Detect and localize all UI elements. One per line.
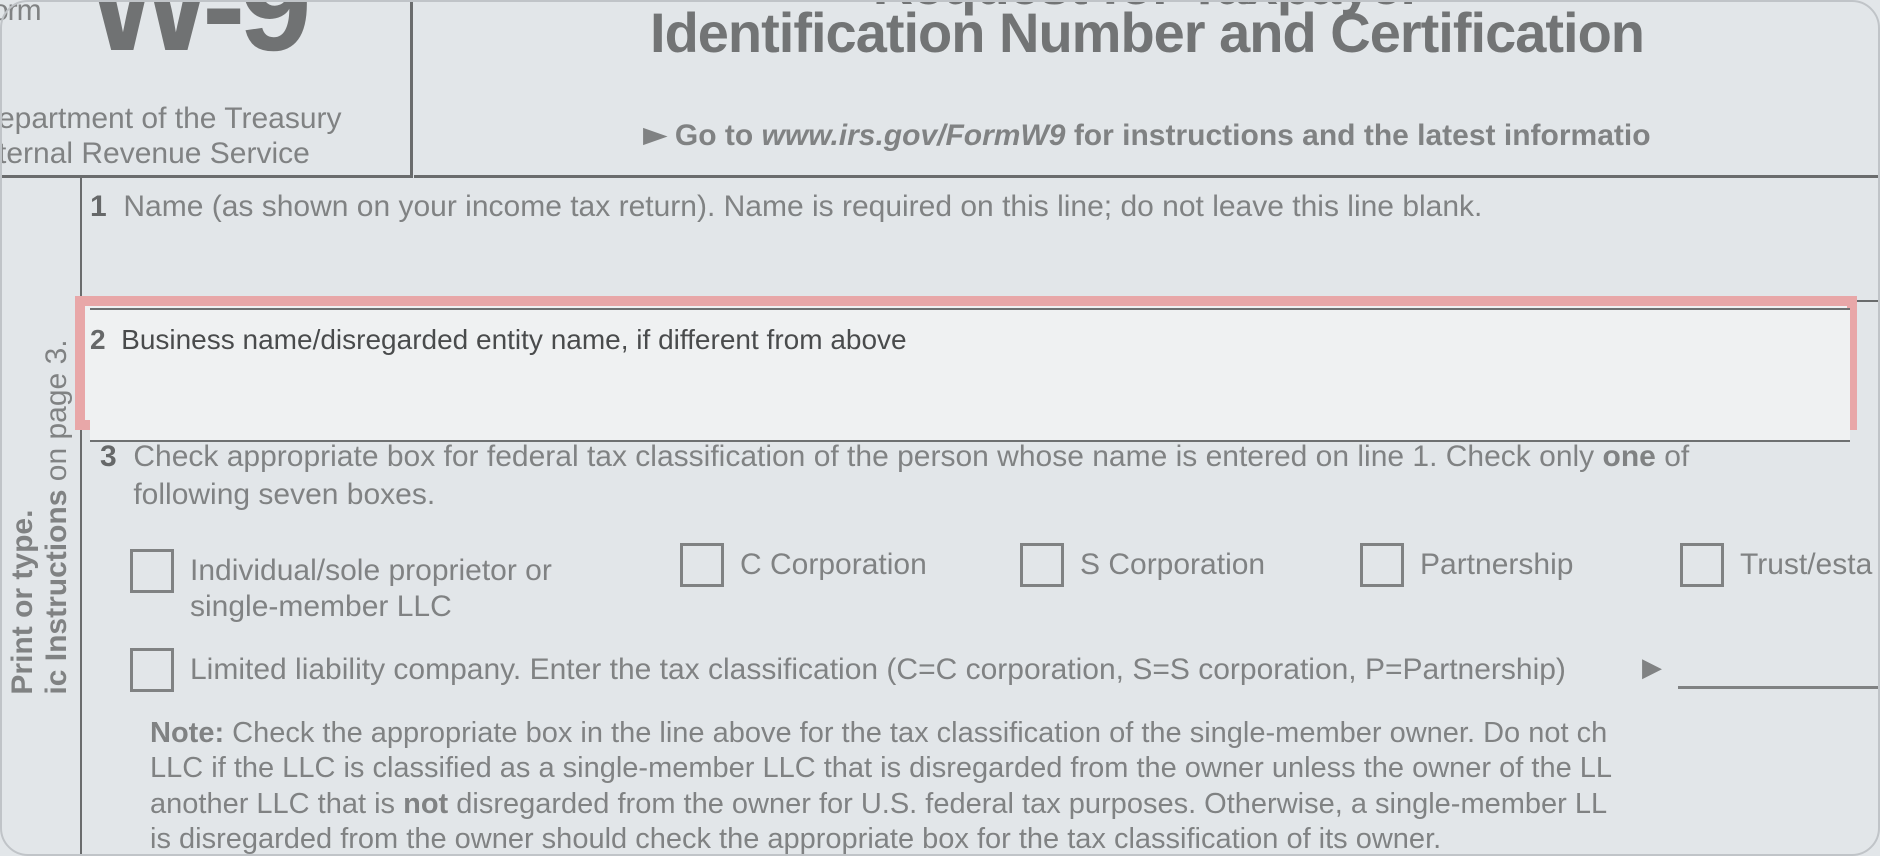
title-line2: Identification Number and Certification	[414, 0, 1880, 65]
note-c-b: disregarded from the owner for U.S. fede…	[448, 788, 1607, 820]
goto-post: for instructions and the latest informat…	[1065, 119, 1650, 152]
line3-one: one	[1603, 440, 1656, 473]
w9-form-page: orm W-9 epartment of the Treasury ternal…	[0, 0, 1880, 856]
note-c-not: not	[403, 788, 448, 820]
form-number-w9: W-9	[88, 0, 306, 80]
checkbox-scorp[interactable]	[1020, 543, 1064, 587]
note-label: Note:	[150, 717, 224, 749]
arrow-right-icon-2: ▶	[1642, 652, 1662, 683]
goto-pre: Go to	[675, 119, 762, 152]
line2-text: Business name/disregarded entity name, i…	[121, 324, 906, 355]
header-left-cell: orm W-9 epartment of the Treasury ternal…	[0, 0, 413, 178]
checkbox-trust[interactable]	[1680, 543, 1724, 587]
dept-treasury: epartment of the Treasury	[0, 102, 342, 137]
checkbox-llc[interactable]	[130, 648, 174, 692]
llc-note: Note: Check the appropriate box in the l…	[90, 716, 1880, 856]
line3-head-a: Check appropriate box for federal tax cl…	[133, 440, 1602, 473]
department-block: epartment of the Treasury ternal Revenue…	[0, 102, 342, 171]
side-instr-b: on page 3.	[40, 339, 73, 489]
line1-text: Name (as shown on your income tax return…	[123, 190, 1482, 223]
form-word: orm	[0, 0, 41, 28]
goto-url: www.irs.gov/FormW9	[762, 119, 1066, 152]
line-3: 3 Check appropriate box for federal tax …	[90, 438, 1880, 623]
label-scorp: S Corporation	[1080, 547, 1265, 583]
label-partnership: Partnership	[1420, 547, 1573, 583]
note-c-a: another LLC that is	[150, 788, 403, 820]
label-trust: Trust/esta	[1740, 547, 1872, 583]
note-d: is disregarded from the owner should che…	[150, 823, 1441, 855]
side-rotated-text: Print or type. ic Instructions on page 3…	[6, 339, 74, 694]
llc-class-input-line[interactable]	[1678, 686, 1880, 689]
line3-head-c: following seven boxes.	[133, 478, 435, 511]
side-print-type: Print or type.	[6, 510, 39, 695]
side-instr-a: ic Instructions	[40, 490, 73, 695]
header-right-cell: Request for Taxpayer Identification Numb…	[414, 0, 1880, 178]
line2-num: 2	[90, 324, 106, 355]
arrow-right-icon: ▶	[643, 123, 666, 148]
label-individual: Individual/sole proprietor or single-mem…	[190, 553, 552, 625]
label-llc: Limited liability company. Enter the tax…	[190, 652, 1566, 688]
label-individual-a: Individual/sole proprietor or	[190, 554, 552, 587]
line-1: 1 Name (as shown on your income tax retu…	[90, 190, 1880, 302]
goto-line: ▶ Go to www.irs.gov/FormW9 for instructi…	[414, 118, 1880, 153]
side-instructions: Print or type. ic Instructions on page 3…	[0, 178, 82, 856]
llc-section: Limited liability company. Enter the tax…	[90, 648, 1880, 856]
line-2[interactable]: 2 Business name/disregarded entity name,…	[90, 308, 1850, 442]
checkbox-individual[interactable]	[130, 549, 174, 593]
note-b: LLC if the LLC is classified as a single…	[150, 752, 1612, 784]
line3-head-b: of	[1656, 440, 1689, 473]
line3-heading: 3 Check appropriate box for federal tax …	[90, 438, 1880, 513]
line1-num: 1	[90, 190, 107, 223]
dept-irs: ternal Revenue Service	[0, 137, 342, 172]
label-ccorp: C Corporation	[740, 547, 927, 583]
classification-boxes: Individual/sole proprietor or single-mem…	[90, 543, 1880, 623]
line3-num: 3	[100, 440, 117, 473]
note-a: Check the appropriate box in the line ab…	[224, 717, 1607, 749]
checkbox-partnership[interactable]	[1360, 543, 1404, 587]
checkbox-ccorp[interactable]	[680, 543, 724, 587]
label-individual-b: single-member LLC	[190, 590, 452, 623]
